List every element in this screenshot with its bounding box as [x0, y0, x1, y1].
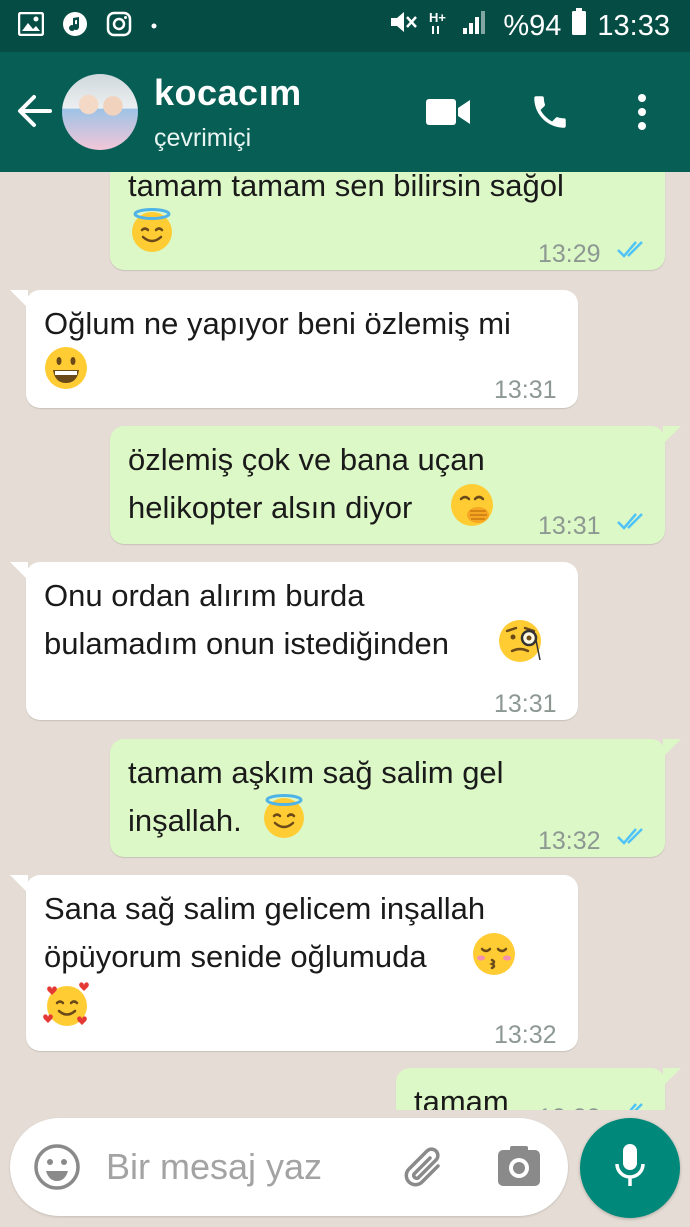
- message-incoming[interactable]: Onu ordan alırım burda bulamadım onun is…: [10, 562, 578, 720]
- smiling-face-with-halo-icon: [260, 792, 308, 840]
- mic-button[interactable]: [580, 1118, 680, 1218]
- emoji-icon[interactable]: [32, 1142, 82, 1197]
- read-ticks-icon: [617, 513, 643, 530]
- avatar[interactable]: [62, 74, 138, 150]
- message-composer: Bir mesaj yaz: [10, 1118, 568, 1216]
- battery-icon: [571, 8, 587, 44]
- message-text: tamam tamam sen bilirsin sağol: [128, 172, 564, 203]
- message-incoming[interactable]: Sana sağ salim gelicem inşallah öpüyorum…: [10, 875, 578, 1051]
- video-call-icon[interactable]: [424, 88, 472, 136]
- contact-status: çevrimiçi: [154, 124, 252, 152]
- battery-percent: %94: [503, 9, 562, 42]
- message-time: 13:31: [538, 512, 601, 540]
- svg-text:H+: H+: [429, 10, 446, 25]
- mute-icon: [389, 9, 419, 43]
- smiling-face-with-halo-icon: [128, 206, 176, 254]
- message-time: 13:32: [494, 1021, 557, 1049]
- gallery-icon: [17, 11, 45, 41]
- dot-icon: [150, 17, 158, 35]
- message-time: 13:31: [494, 376, 557, 404]
- phone-icon[interactable]: [526, 88, 574, 136]
- message-outgoing[interactable]: tamam 13:32: [396, 1068, 681, 1110]
- grinning-face-icon: [42, 344, 90, 392]
- message-text: tamam: [414, 1084, 509, 1110]
- camera-icon[interactable]: [496, 1144, 542, 1195]
- message-text: Sana sağ salim gelicem inşallah öpüyorum…: [44, 891, 486, 974]
- clock: 13:33: [597, 9, 670, 42]
- message-list[interactable]: tamam tamam sen bilirsin sağol 13:29 Oğl…: [0, 172, 690, 1110]
- read-ticks-icon: [629, 1103, 643, 1110]
- mic-icon: [613, 1142, 647, 1195]
- read-ticks-icon: [617, 241, 643, 258]
- message-text: Oğlum ne yapıyor beni özlemiş mi: [44, 306, 511, 341]
- status-bar: H+ %94 13:33: [0, 0, 690, 52]
- music-icon: [62, 11, 88, 42]
- message-text: özlemiş çok ve bana uçan helikopter alsı…: [128, 442, 485, 525]
- message-time: 13:31: [494, 690, 557, 718]
- message-outgoing[interactable]: tamam tamam sen bilirsin sağol 13:29: [110, 172, 665, 270]
- smiling-face-with-hearts-icon: [42, 981, 90, 1029]
- message-time: 13:29: [538, 240, 601, 268]
- message-incoming[interactable]: Oğlum ne yapıyor beni özlemiş mi 13:31: [10, 290, 578, 408]
- face-with-hand-over-mouth-icon: [448, 481, 496, 529]
- read-ticks-icon: [617, 828, 643, 845]
- chat-header: kocacım çevrimiçi: [0, 52, 690, 172]
- face-with-monocle-icon: [496, 616, 544, 664]
- message-time: 13:32: [538, 1094, 601, 1110]
- message-time: 13:32: [538, 827, 601, 855]
- attach-icon[interactable]: [400, 1144, 448, 1197]
- message-text: tamam aşkım sağ salim gel inşallah.: [128, 755, 504, 838]
- kissing-face-with-closed-eyes-icon: [470, 930, 518, 978]
- back-arrow-icon[interactable]: [14, 90, 56, 132]
- message-outgoing[interactable]: özlemiş çok ve bana uçan helikopter alsı…: [110, 426, 681, 544]
- contact-name[interactable]: kocacım: [154, 72, 302, 114]
- instagram-icon: [106, 11, 132, 42]
- signal-icon: H+: [429, 8, 493, 44]
- message-outgoing[interactable]: tamam aşkım sağ salim gel inşallah. 13:3…: [110, 739, 681, 857]
- message-text: Onu ordan alırım burda bulamadım onun is…: [44, 578, 449, 661]
- more-vert-icon[interactable]: [618, 88, 666, 136]
- message-input[interactable]: Bir mesaj yaz: [106, 1146, 322, 1188]
